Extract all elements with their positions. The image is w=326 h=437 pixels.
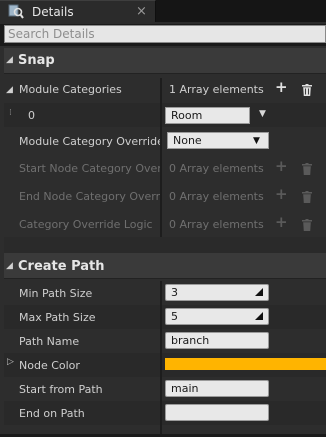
category-create-path-label: Create Path <box>18 259 105 274</box>
category-snap-label: Snap <box>18 53 55 68</box>
add-icon[interactable]: + <box>275 78 288 96</box>
min-path-size-label: Min Path Size <box>19 287 93 300</box>
max-path-size-value: 5 <box>171 310 178 323</box>
dropdown-arrow-icon[interactable]: ▼ <box>253 136 260 146</box>
end-on-path-label: End on Path <box>19 407 85 420</box>
trash-icon <box>302 163 312 175</box>
end-on-path-input[interactable] <box>165 404 269 421</box>
add-icon: + <box>275 213 288 231</box>
column-divider[interactable] <box>160 281 162 434</box>
trash-icon <box>302 191 312 203</box>
section-gap <box>4 237 326 253</box>
add-icon: + <box>275 157 288 175</box>
module-category-0-combo[interactable]: Room <box>165 107 250 124</box>
collapse-arrow-icon[interactable]: ◢ <box>6 85 13 95</box>
max-path-size-input[interactable]: 5 <box>165 308 269 325</box>
override-logic-value: 0 Array elements <box>169 218 264 231</box>
end-override-label: End Node Category Override <box>19 190 162 203</box>
module-category-0-value: Room <box>171 109 203 122</box>
collapse-arrow-icon[interactable]: ◢ <box>6 261 13 271</box>
min-path-size-input[interactable]: 3 <box>165 284 269 301</box>
expand-arrow-icon[interactable]: ▷ <box>7 357 14 367</box>
end-override-value: 0 Array elements <box>169 190 264 203</box>
tab-details[interactable]: Details × <box>0 0 156 22</box>
drag-handle-icon[interactable] <box>255 288 263 296</box>
start-from-path-input[interactable]: main <box>165 380 269 397</box>
path-name-value: branch <box>171 334 210 347</box>
node-color-swatch[interactable] <box>165 358 326 370</box>
start-from-path-label: Start from Path <box>19 383 103 396</box>
add-icon: + <box>275 185 288 203</box>
tab-underline <box>0 22 326 24</box>
start-from-path-value: main <box>171 382 199 395</box>
drag-handle-icon[interactable] <box>255 312 263 320</box>
module-categories-label: Module Categories <box>19 83 122 96</box>
override-logic-label: Category Override Logic <box>19 218 153 231</box>
override-map-value: None <box>173 134 202 147</box>
override-map-label: Module Category Override M <box>19 135 162 148</box>
trash-icon <box>302 219 312 231</box>
start-override-label: Start Node Category Overrid <box>19 162 162 175</box>
path-name-label: Path Name <box>19 335 80 348</box>
module-categories-count: 1 Array elements <box>169 83 264 96</box>
details-magnifier-icon <box>8 4 24 19</box>
start-override-value: 0 Array elements <box>169 162 264 175</box>
min-path-size-value: 3 <box>171 286 178 299</box>
path-name-input[interactable]: branch <box>165 332 269 349</box>
trash-icon[interactable] <box>302 84 312 96</box>
close-icon[interactable]: × <box>136 4 147 19</box>
search-placeholder: Search Details <box>8 27 95 41</box>
dropdown-arrow-icon[interactable]: ▼ <box>259 109 266 119</box>
node-color-label: Node Color <box>19 359 80 372</box>
column-divider[interactable] <box>160 78 162 237</box>
max-path-size-label: Max Path Size <box>19 311 96 324</box>
drag-handle-icon[interactable]: ⁞ <box>9 108 12 118</box>
collapse-arrow-icon[interactable]: ◢ <box>6 55 13 65</box>
array-index: 0 <box>28 109 35 122</box>
tab-title: Details <box>32 5 74 19</box>
